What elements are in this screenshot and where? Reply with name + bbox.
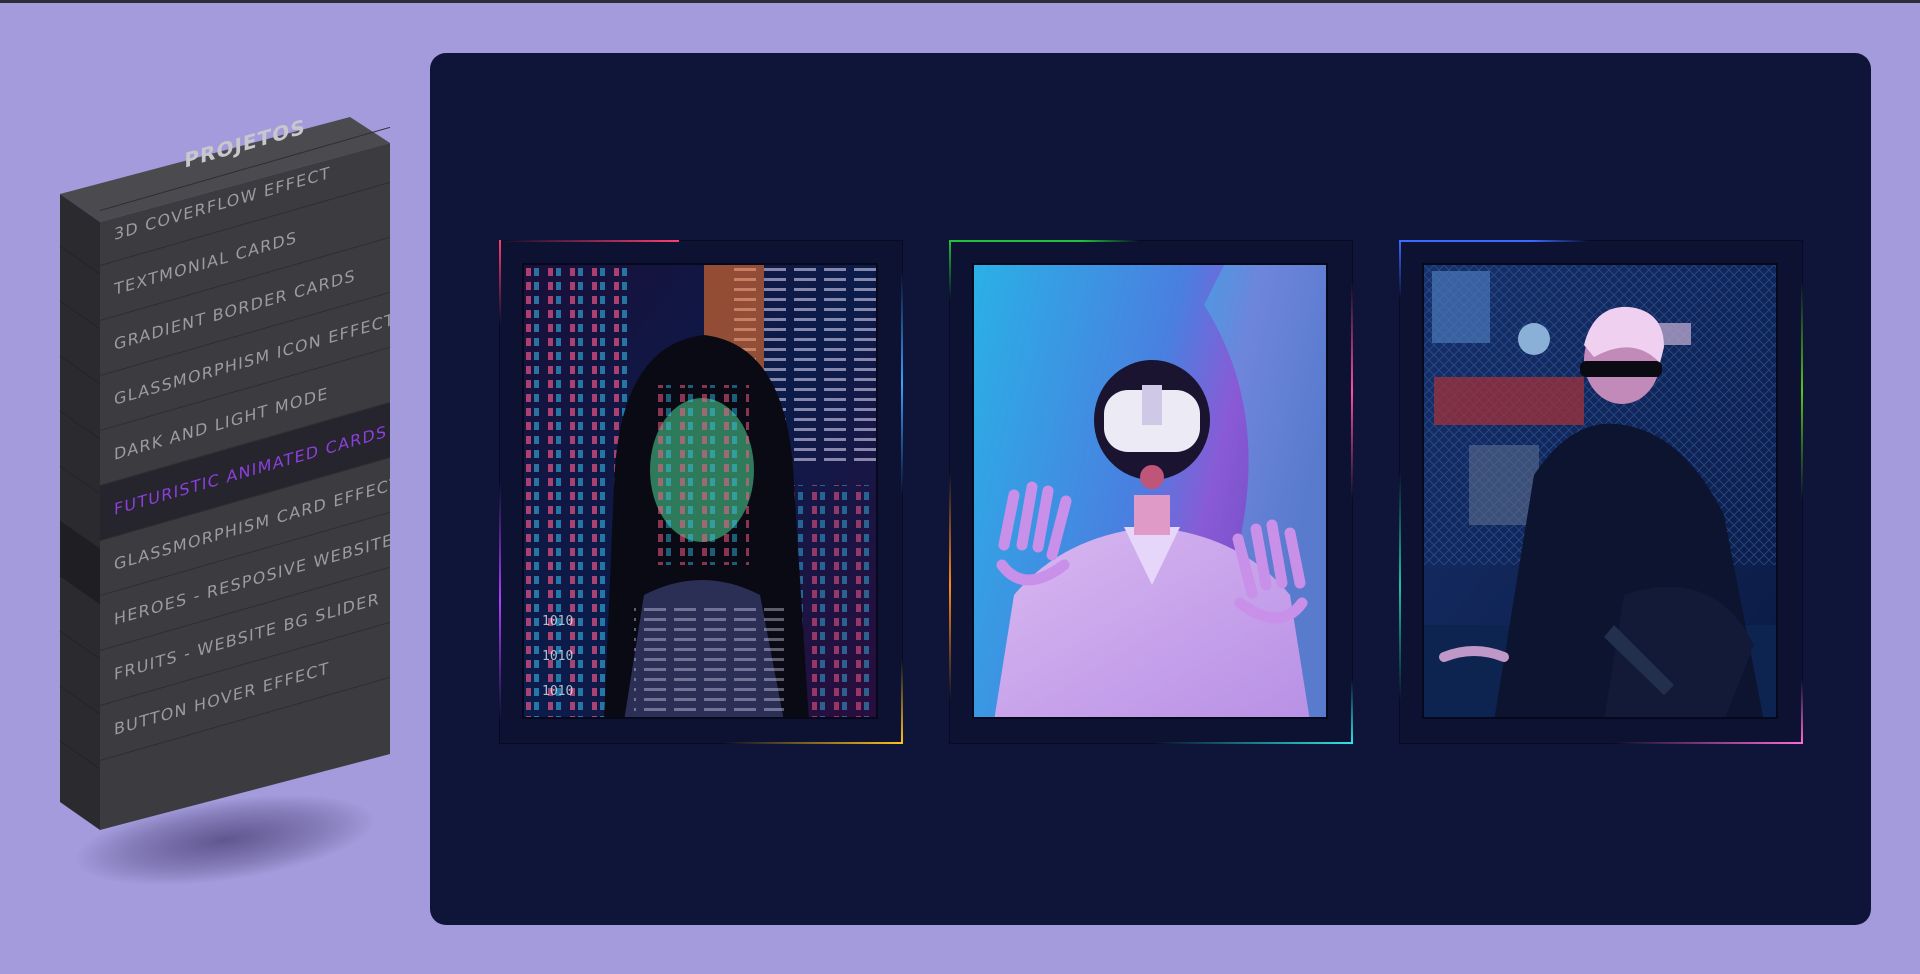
card-accent-right-bottom — [1801, 679, 1803, 744]
card-accent-left-top — [949, 240, 951, 300]
card-accent-left-top — [1399, 240, 1401, 300]
cards-panel: 1010 1010 1010 — [430, 53, 1871, 925]
card-accent-left — [1399, 471, 1401, 701]
card-accent-bottom — [1153, 742, 1353, 744]
projects-menu-block: PROJETOS 3D COVERFLOW EFFECT TEXTMONIAL … — [0, 0, 420, 974]
svg-text:1010: 1010 — [542, 614, 573, 629]
card-photo-woman-code: 1010 1010 1010 — [522, 263, 878, 719]
card-accent-left — [949, 471, 951, 701]
card-accent-right — [1351, 281, 1353, 501]
card-accent-top — [1399, 240, 1589, 242]
futuristic-card-2[interactable] — [949, 240, 1353, 744]
svg-text:1010: 1010 — [542, 684, 573, 699]
svg-text:1010: 1010 — [542, 649, 573, 664]
card-photo-cyberpunk — [1422, 263, 1778, 719]
futuristic-card-1[interactable]: 1010 1010 1010 — [499, 240, 903, 744]
projects-menu: PROJETOS 3D COVERFLOW EFFECT TEXTMONIAL … — [100, 75, 390, 830]
card-accent-left — [499, 481, 501, 721]
card-accent-bottom — [723, 742, 903, 744]
futuristic-card-3[interactable] — [1399, 240, 1803, 744]
card-photo-vr-headset — [972, 263, 1328, 719]
card-accent-top — [949, 240, 1139, 242]
card-accent-top — [499, 240, 679, 242]
card-accent-right — [901, 271, 903, 496]
card-accent-right-bottom — [1351, 679, 1353, 744]
card-accent-right — [1801, 281, 1803, 501]
card-accent-right-bottom — [901, 659, 903, 744]
card-accent-left-top — [499, 240, 501, 325]
card-accent-bottom — [1613, 742, 1803, 744]
